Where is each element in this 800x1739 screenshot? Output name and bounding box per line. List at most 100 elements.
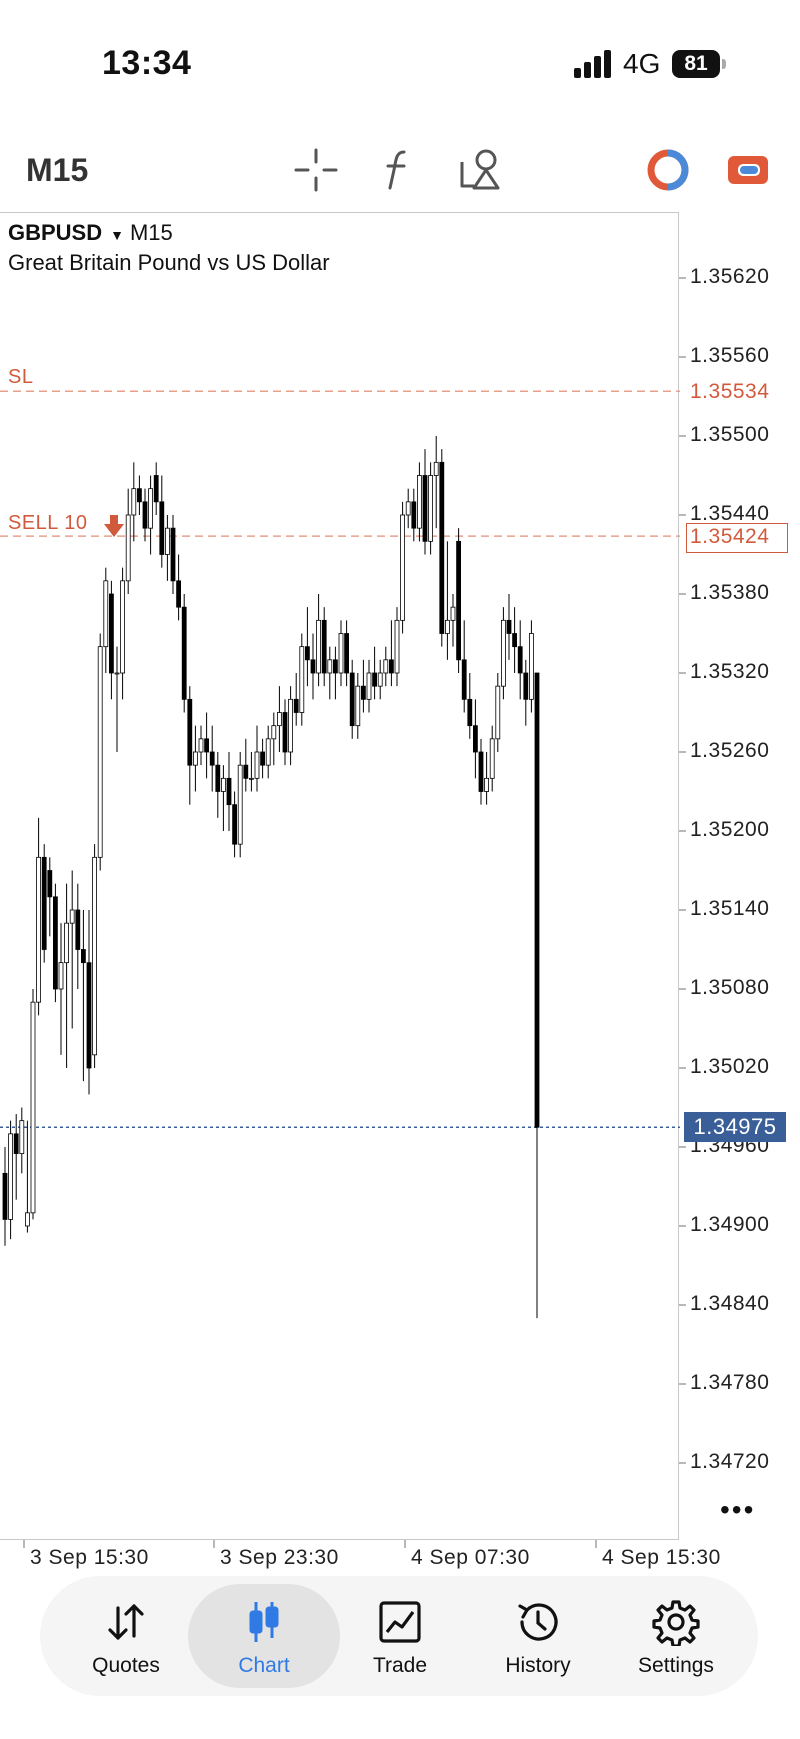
quotes-arrows-icon [102,1598,150,1646]
candle [260,751,266,766]
candle [92,856,97,1056]
candle [355,685,361,727]
candle [69,909,75,924]
time-tick-label: 4 Sep 15:30 [602,1546,721,1569]
candle [153,475,159,503]
candle [472,725,478,753]
candle [243,764,249,779]
candle [299,646,305,713]
candle [13,1133,19,1154]
sell-arrow-icon [104,515,124,542]
candle [489,738,495,779]
price-tick-label: 1.34720 [690,1450,770,1473]
price-tick-label: 1.35200 [690,818,770,841]
chart-candles-icon [240,1598,288,1646]
candle [198,738,204,753]
symbol-dropdown-icon[interactable]: ▼ [110,227,124,243]
price-tick-label: 1.35260 [690,739,770,762]
candle [383,659,389,674]
candle [192,751,198,766]
candle [19,1120,25,1154]
tab-history[interactable]: History [468,1576,608,1696]
candle [372,672,378,687]
candle [248,777,254,780]
candle [321,619,327,674]
candle [232,804,238,845]
candle [422,475,428,542]
candle [293,698,299,713]
candle [405,501,411,516]
candle [433,461,439,476]
candle [209,751,215,766]
more-icon[interactable]: ••• [720,1494,755,1526]
tab-settings[interactable]: Settings [606,1576,746,1696]
sell-line-label: SELL 10 [8,512,88,534]
candle [181,606,187,700]
candle [226,777,232,806]
candle [456,540,462,661]
candle [220,777,226,792]
candle [512,633,517,648]
candle [450,606,456,621]
candle [8,1133,14,1220]
candle [388,659,394,674]
tab-chart[interactable]: Chart [194,1576,334,1696]
candle [159,501,165,555]
candle [170,527,176,582]
price-tick-label: 1.35080 [690,976,770,999]
symbol-description: Great Britain Pound vs US Dollar [8,250,330,275]
sl-line-label: SL [8,366,34,388]
candle [64,922,69,964]
tab-quotes[interactable]: Quotes [56,1576,196,1696]
candle [125,514,131,582]
candle [103,580,109,648]
candle [523,672,529,700]
candle [276,712,282,727]
candle [75,909,81,950]
candle [304,646,310,661]
candle [461,659,467,700]
time-tick-label: 4 Sep 07:30 [411,1546,530,1569]
price-tick-label: 1.35560 [690,344,770,367]
candle [506,619,512,634]
time-tick-label: 3 Sep 23:30 [220,1546,339,1569]
candle [271,725,277,740]
candle [86,962,92,1069]
tab-trade[interactable]: Trade [330,1576,470,1696]
candle [344,633,350,674]
candle [53,896,58,990]
price-tick-label: 1.35380 [690,581,770,604]
chart-symbol[interactable]: GBPUSD [8,220,102,245]
candle [327,659,333,674]
candle [58,962,64,990]
candle [332,659,338,674]
price-tick-label: 1.35620 [690,265,770,288]
chart-header: GBPUSD ▼ M15 [8,220,173,246]
candle [366,672,372,700]
candle [517,646,523,674]
sell-price-label: 1.35424 [690,525,770,548]
price-tick-label: 1.35500 [690,423,770,446]
candle [316,619,322,674]
candle [310,659,316,674]
candle [529,633,534,700]
current-price-label: 1.34975 [684,1112,786,1142]
candle [120,580,125,674]
candle [411,501,417,529]
candle [131,488,137,516]
candle [416,475,422,529]
trade-chart-icon [376,1598,424,1646]
candle [97,646,103,858]
candle [24,1212,30,1227]
candle [2,1172,8,1220]
candle [478,751,484,792]
candle [338,633,344,674]
candle [114,672,120,675]
price-tick-label: 1.34780 [690,1371,770,1394]
candle [439,461,445,634]
history-clock-icon [514,1598,562,1646]
candle [148,488,154,529]
candle [254,751,260,779]
candle [428,475,434,542]
price-tick-label: 1.34840 [690,1292,770,1315]
